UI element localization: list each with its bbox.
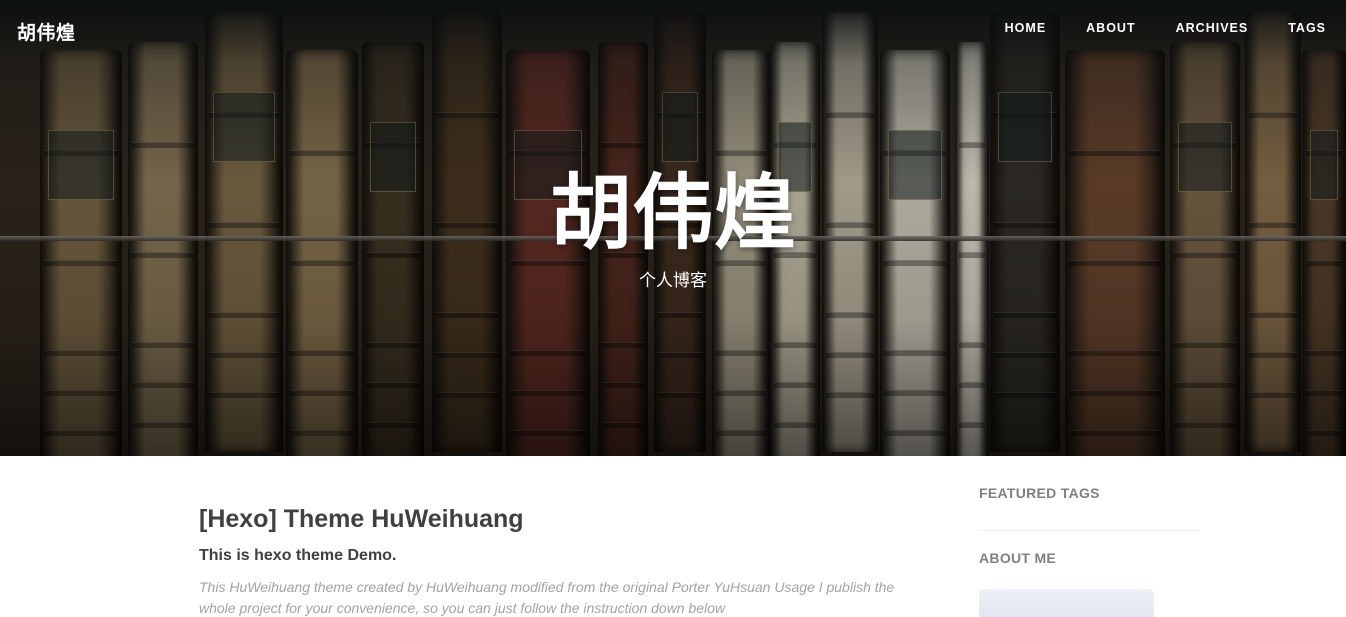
nav-menu: HOME ABOUT ARCHIVES TAGS [1005,21,1326,35]
featured-tags-heading: FEATURED TAGS [979,485,1100,501]
site-subtitle: 个人博客 [639,271,707,291]
about-me-heading: ABOUT ME [979,550,1057,566]
nav-home[interactable]: HOME [1005,21,1047,35]
site-heading: 胡伟煌 个人博客 [0,166,1346,292]
site-title: 胡伟煌 [549,166,796,261]
post-title[interactable]: [Hexo] Theme HuWeihuang [199,505,899,534]
post-subtitle: This is hexo theme Demo. [199,547,397,564]
nav-about[interactable]: ABOUT [1086,21,1135,35]
avatar [979,589,1154,617]
post-preview[interactable]: [Hexo] Theme HuWeihuang This is hexo the… [199,505,899,617]
hero-header: 胡伟煌 HOME ABOUT ARCHIVES TAGS 胡伟煌 个人博客 [0,0,1346,456]
sidebar: FEATURED TAGS ABOUT ME [979,485,1198,617]
sidebar-divider [979,530,1198,531]
post-excerpt: This HuWeihuang theme created by HuWeihu… [199,579,895,616]
navbar: 胡伟煌 HOME ABOUT ARCHIVES TAGS [0,0,1346,58]
nav-tags[interactable]: TAGS [1288,21,1326,35]
nav-archives[interactable]: ARCHIVES [1176,21,1249,35]
site-brand[interactable]: 胡伟煌 [17,18,76,45]
